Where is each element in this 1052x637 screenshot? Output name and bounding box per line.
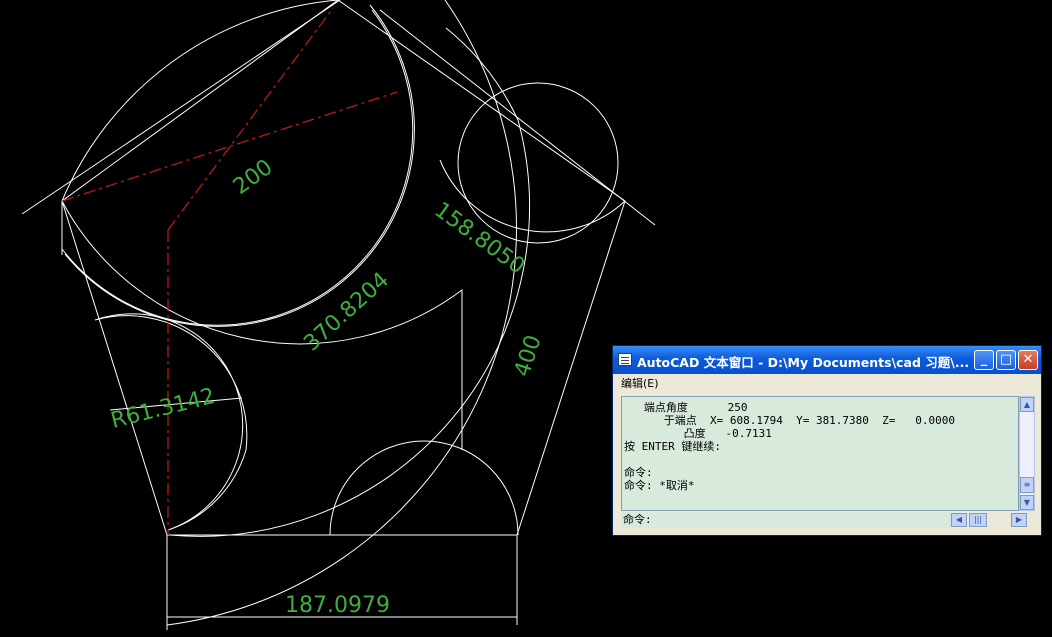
pentagon-outline [61,0,626,536]
arc-370-inner [61,9,414,326]
minimize-button[interactable]: _ [974,350,994,370]
app-icon [618,353,632,366]
arc-large-sweep [169,27,530,537]
title-bar[interactable]: AutoCAD 文本窗口 - D:\My Documents\cad 习题\..… [613,346,1041,374]
arc-inner-circle [64,4,415,327]
horizontal-scrollbar[interactable]: ◀ ||| ▶ [951,512,1035,528]
history-line: 凸度 -0.7131 [624,427,772,440]
history-line: 命令: *取消* [624,479,695,492]
scroll-right-icon[interactable]: ▶ [1011,513,1027,527]
menu-edit[interactable]: 编辑(E) [621,377,659,390]
history-line: 命令: [624,466,653,479]
command-prompt[interactable]: 命令: [621,512,951,528]
dim-text-bottom: 187.0979 [285,593,390,618]
history-line: 于端点 X= 608.1794 Y= 381.7380 Z= 0.0000 [624,414,956,427]
scroll-down-icon[interactable]: ▼ [1020,495,1034,510]
dim-text-200: 200 [229,155,278,200]
maximize-button[interactable]: □ [996,350,1016,370]
history-line: 按 ENTER 键继续: [624,440,721,453]
hscroll-thumb[interactable]: ||| [969,513,987,527]
autocad-text-window[interactable]: AutoCAD 文本窗口 - D:\My Documents\cad 习题\..… [612,345,1042,536]
close-button[interactable]: ✕ [1018,350,1038,370]
menu-bar: 编辑(E) [615,375,1039,393]
drawing-canvas[interactable]: 200 158.8050 370.8204 400 R61.3142 187.0… [0,0,1052,637]
dim-text-radius: R61.3142 [108,384,217,434]
dim-text-400: 400 [510,332,547,380]
center-line-diag2 [167,7,334,231]
dim-text-370: 370.8204 [299,268,394,357]
scroll-thumb[interactable]: ≡ [1020,477,1034,493]
arc-bottom [329,440,519,536]
dim-line-400 [379,9,656,226]
history-line: 端点角度 250 [624,401,748,414]
window-title: AutoCAD 文本窗口 - D:\My Documents\cad 习题\..… [637,355,970,370]
scroll-up-icon[interactable]: ▲ [1020,397,1034,412]
dim-line-200 [21,0,341,215]
circle-158 [457,82,619,244]
vertical-scrollbar[interactable]: ▲ ≡ ▼ [1019,396,1035,511]
command-history[interactable]: 端点角度 250 于端点 X= 608.1794 Y= 381.7380 Z= … [621,396,1019,511]
scroll-left-icon[interactable]: ◀ [951,513,967,527]
